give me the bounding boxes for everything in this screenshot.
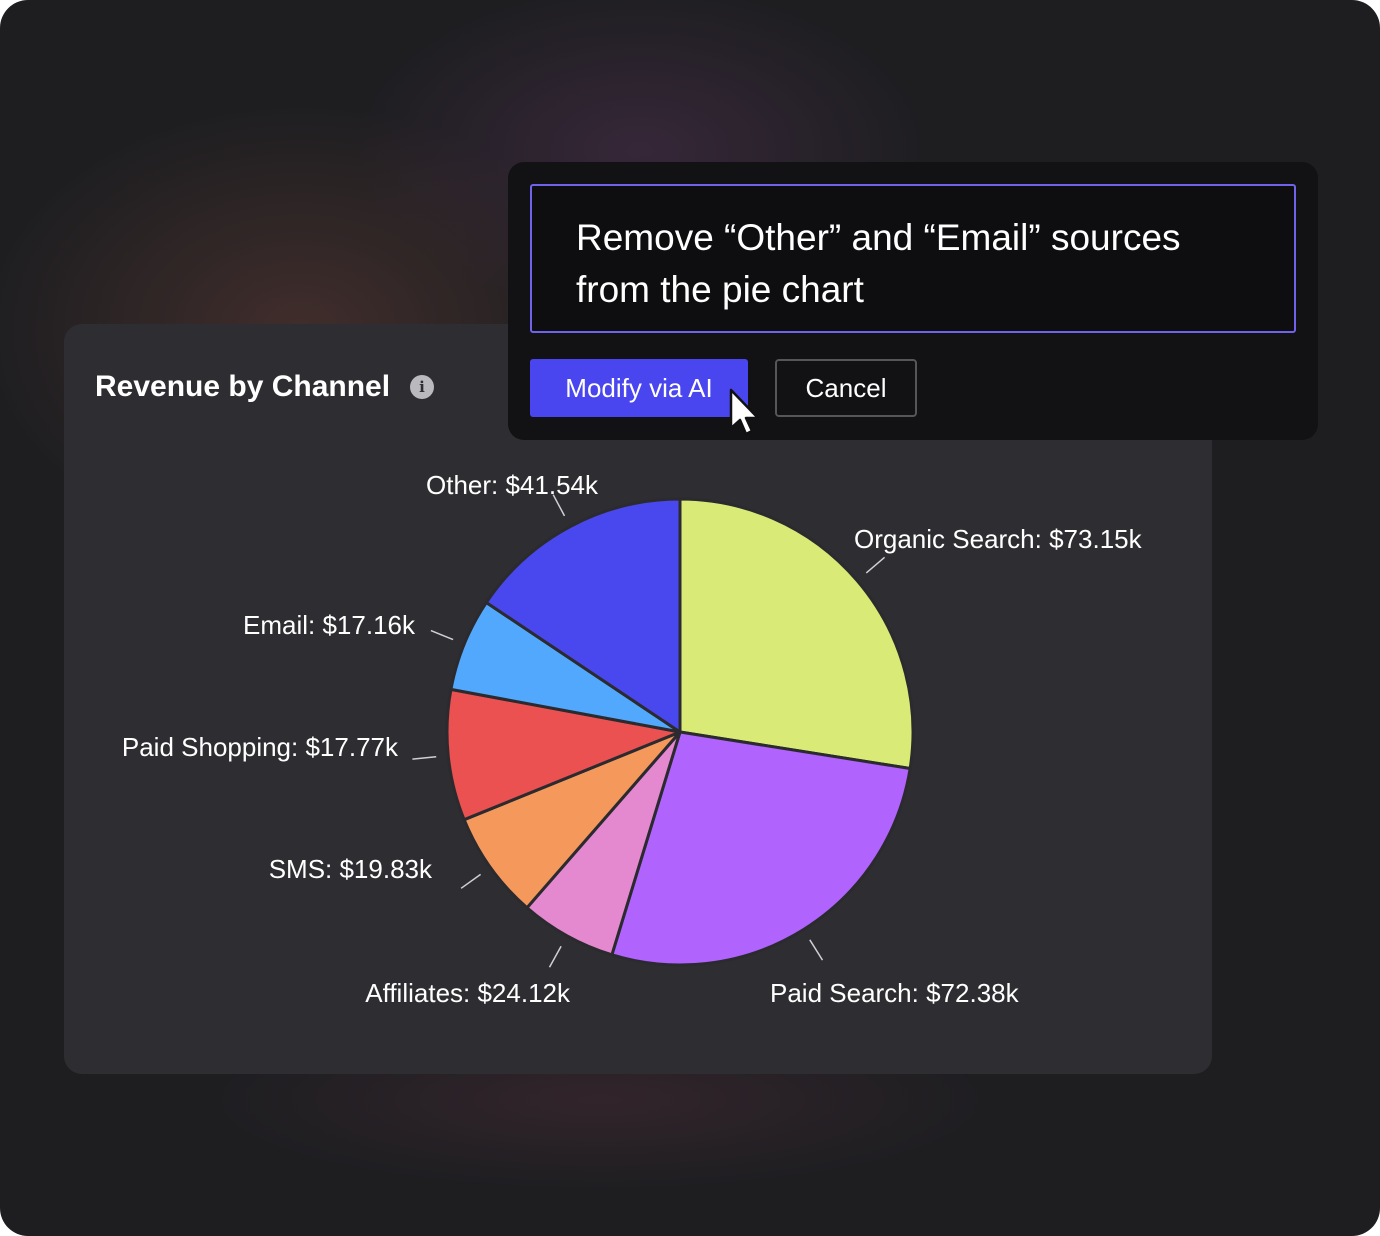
leader-line-paid-shopping	[548, 945, 562, 968]
leader-line-email	[430, 629, 454, 641]
cancel-button[interactable]: Cancel	[775, 359, 917, 417]
prompt-input[interactable]: Remove “Other” and “Email” sources from …	[530, 184, 1296, 333]
leader-line-affiliates	[412, 755, 437, 760]
slice-label-other: Other: $41.54k	[426, 470, 599, 500]
modify-via-ai-button[interactable]: Modify via AI	[530, 359, 748, 417]
slice-label-organic-search: Organic Search: $73.15k	[854, 524, 1143, 554]
slice-label-email: Email: $17.16k	[243, 610, 416, 640]
pointer-cursor-icon	[729, 388, 760, 436]
slice-label-sms: SMS: $19.83k	[269, 854, 433, 884]
slice-label-paid-search: Paid Search: $72.38k	[770, 978, 1020, 1008]
leader-line-sms	[460, 873, 482, 889]
leader-line-paid-search	[809, 939, 824, 961]
slice-label-paid-shopping: Paid Shopping: $17.77k	[122, 732, 399, 762]
app-frame: Revenue by Channel i Organic Search: $73…	[0, 0, 1380, 1236]
ai-prompt-dialog: Remove “Other” and “Email” sources from …	[508, 162, 1318, 440]
leader-line-organic-search	[865, 556, 886, 574]
slice-label-affiliates: Affiliates: $24.12k	[365, 978, 571, 1008]
